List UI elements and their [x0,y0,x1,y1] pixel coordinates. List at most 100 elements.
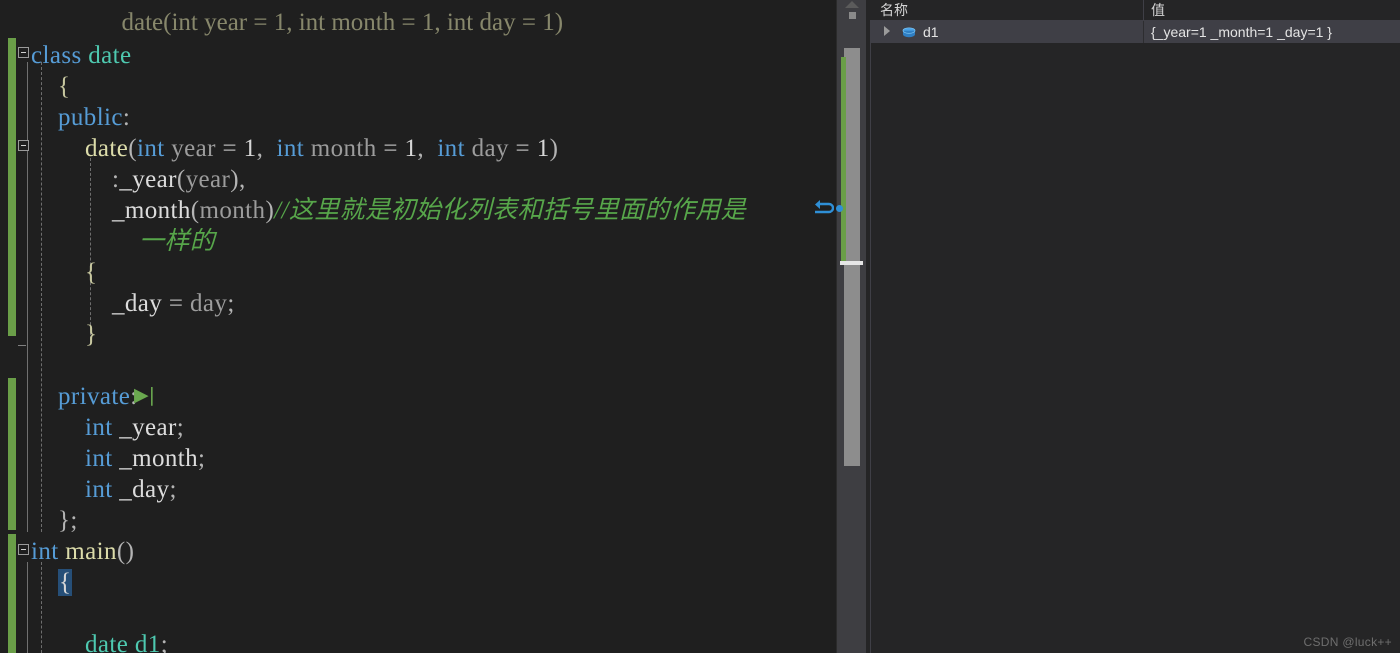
line-declare-d1[interactable]: date d1; [85,629,168,653]
line-init-year-token-1: _year [119,166,177,193]
line-init-year-token-2: ( [176,166,186,193]
expand-chevron-icon[interactable] [884,26,890,36]
word-wrap-arrow-icon [812,198,835,225]
scrollbar-thumb-lower[interactable] [844,268,860,466]
line-init-year-token-3: year [185,166,231,193]
line-class-open-brace-token-0: { [58,73,71,100]
line-member-month-token-2: _month [119,445,199,472]
line-member-month-token-0: int [85,445,113,472]
line-class-close[interactable]: }; [58,505,78,536]
line-declare-d1-token-0: date [85,631,129,653]
line-ctor-open-brace[interactable]: { [85,257,97,288]
line-assign-day[interactable]: _day = day; [112,288,235,319]
step-into-glyph[interactable]: ▶| [134,386,155,405]
bookmark-marker-icon[interactable] [849,12,856,19]
line-private-token-0: private [58,383,131,410]
line-assign-day-token-1: = [162,290,191,317]
line-main-open-brace[interactable]: { [58,567,73,598]
scrollbar-change-marker [841,57,846,262]
line-assign-day-token-3: ; [227,290,235,317]
scrollbar-breakpoint-marker[interactable] [836,205,843,212]
line-main-signature-token-2: main [65,538,117,565]
watch-panel-border [870,0,871,653]
row-column-divider [1143,21,1144,43]
line-ctor-close-brace-token-0: } [85,321,98,348]
line-member-year-token-0: int [85,414,113,441]
column-divider[interactable] [1143,0,1144,20]
code-editor-pane[interactable]: date(int year = 1, int month = 1, int da… [0,0,836,653]
watch-variable-name[interactable]: d1 [923,23,939,41]
column-header-value[interactable]: 值 [1151,1,1165,19]
line-public-token-1: : [122,104,131,131]
line-ctor-signature-token-6: , [256,135,277,162]
line-ctor-close-brace[interactable]: } [85,319,97,350]
line-class-close-token-0: }; [58,507,78,534]
line-init-month-with-comment-token-1: ( [190,197,200,224]
line-init-year[interactable]: :_year(year), [112,164,246,195]
scroll-up-arrow-icon[interactable] [845,1,859,8]
line-ctor-signature-token-9: = [383,135,405,162]
line-ctor-signature-token-11: , [417,135,438,162]
line-assign-day-token-2: day [190,290,228,317]
line-ctor-signature[interactable]: date(int year = 1, int month = 1, int da… [85,133,558,164]
line-class-date[interactable]: class date [31,40,132,71]
line-member-month[interactable]: int _month; [85,443,205,474]
line-public[interactable]: public: [58,102,130,133]
code-text-layer[interactable]: class date{public: date(int year = 1, int… [0,0,836,653]
line-main-signature-token-0: int [31,538,59,565]
line-assign-day-token-0: _day [112,290,163,317]
line-comment-wrap-continuation-token-0: 一样的 [139,228,216,255]
line-member-month-token-3: ; [198,445,206,472]
visual-studio-debug-window: date(int year = 1, int month = 1, int da… [0,0,1400,653]
scrollbar-track-edge [836,0,837,653]
line-class-open-brace[interactable]: { [58,71,70,102]
line-member-year[interactable]: int _year; [85,412,184,443]
line-ctor-signature-token-8: month [304,135,384,162]
line-private[interactable]: private: [58,381,138,412]
watch-variable-value[interactable]: {_year=1 _month=1 _day=1 } [1151,23,1332,41]
line-ctor-signature-token-15: 1 [536,135,550,162]
line-ctor-signature-token-1: ( [128,135,137,162]
line-ctor-signature-token-7: int [276,135,305,162]
line-main-signature[interactable]: int main() [31,536,134,567]
watch-column-header: 名称 值 [870,0,1400,21]
line-init-month-with-comment-token-2: month [199,197,266,224]
line-ctor-signature-token-2: int [136,135,165,162]
line-ctor-signature-token-3: year [164,135,223,162]
line-member-day-token-3: ; [169,476,177,503]
watch-variables-panel[interactable]: 名称 值 d1 {_year=1 _month=1 _day=1 } [870,0,1400,653]
line-public-token-0: public [58,104,123,131]
csdn-watermark: CSDN @luck++ [1303,635,1392,649]
line-ctor-signature-token-10: 1 [404,135,418,162]
line-declare-d1-token-3: ; [160,631,169,653]
line-member-year-token-2: _year [119,414,177,441]
table-row[interactable]: d1 {_year=1 _month=1 _day=1 } [870,21,1400,43]
line-ctor-signature-token-5: 1 [243,135,257,162]
line-init-month-with-comment[interactable]: _month(month)//这里就是初始化列表和括号里面的作用是 [112,195,746,226]
line-declare-d1-token-2: d1 [134,631,161,653]
line-main-signature-token-3: () [116,538,135,565]
line-ctor-signature-token-14: = [515,135,537,162]
line-init-month-with-comment-token-3: ) [265,197,275,224]
editor-vertical-scrollbar[interactable] [836,0,866,653]
object-variable-icon [902,26,916,38]
line-init-year-token-4: ), [230,166,246,193]
line-member-day[interactable]: int _day; [85,474,177,505]
line-init-month-with-comment-token-4: //这里就是初始化列表和括号里面的作用是 [274,197,747,224]
line-main-open-brace-token-0: { [58,569,73,596]
line-member-day-token-2: _day [119,476,170,503]
line-ctor-signature-token-13: day [464,135,516,162]
line-class-date-token-2: date [88,42,132,69]
line-init-month-with-comment-token-0: _month [112,197,191,224]
column-header-name[interactable]: 名称 [880,1,908,19]
line-ctor-signature-token-12: int [437,135,465,162]
line-member-day-token-0: int [85,476,113,503]
line-ctor-open-brace-token-0: { [85,259,98,286]
line-ctor-signature-token-0: date [85,135,129,162]
line-member-year-token-3: ; [176,414,185,441]
line-class-date-token-0: class [31,42,82,69]
line-ctor-signature-token-4: = [222,135,244,162]
line-comment-wrap-continuation[interactable]: 一样的 [139,226,215,257]
line-ctor-signature-token-16: ) [549,135,559,162]
scrollbar-caret-marker [840,261,863,265]
